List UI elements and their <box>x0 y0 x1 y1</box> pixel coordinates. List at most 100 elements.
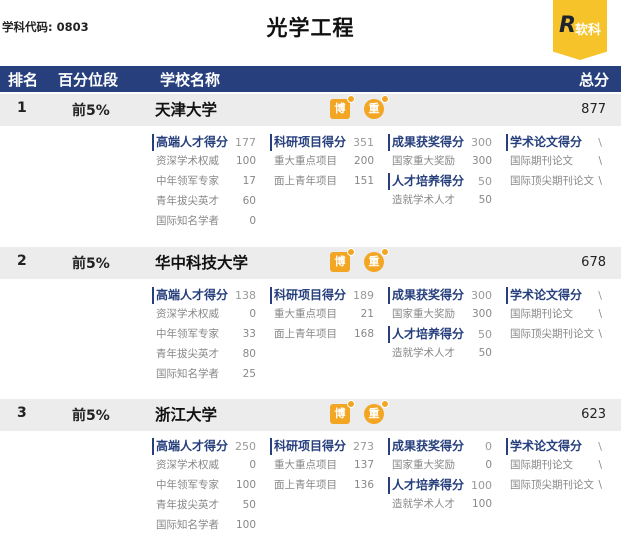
talent-block: 高端人才得分 138 资深学术权威 0 中年领军专家 33 青年拔尖英才 80 国际知名… <box>152 287 264 384</box>
metric-label: 中年领军专家 <box>156 479 219 491</box>
talent-label: 高端人才得分 <box>156 135 229 149</box>
metric-value: 300 <box>471 155 492 167</box>
metric-label: 国际顶尖期刊论文 <box>510 175 594 187</box>
school-name[interactable]: 天津大学 <box>155 98 217 120</box>
metric-value: 0 <box>249 215 256 227</box>
metric-item: 国际期刊论文 \ <box>506 455 610 475</box>
metric-label: 国际知名学者 <box>156 215 219 227</box>
training-score: 100 <box>471 479 492 492</box>
rank-value: 3 <box>17 405 27 421</box>
rank-value: 2 <box>17 253 27 269</box>
award-score: 300 <box>471 289 492 302</box>
metric-item: 青年拔尖英才 60 <box>152 191 264 211</box>
award-label: 成果获奖得分 <box>392 439 465 453</box>
talent-heading: 高端人才得分 250 <box>152 438 264 455</box>
metric-value: \ <box>598 328 602 340</box>
metric-value: 137 <box>353 459 374 471</box>
metric-item: 国家重大奖励 300 <box>388 151 500 171</box>
metric-label: 重大重点项目 <box>274 459 337 471</box>
research-score: 189 <box>353 289 374 302</box>
metric-item: 国际顶尖期刊论文 \ <box>506 171 610 191</box>
badge-dot-icon <box>381 248 389 256</box>
metric-value: 50 <box>478 347 492 359</box>
metric-item: 青年拔尖英才 80 <box>152 344 264 364</box>
column-school: 学校名称 <box>160 71 221 89</box>
metric-item: 中年领军专家 100 <box>152 475 264 495</box>
total-score: 623 <box>581 407 606 422</box>
paper-label: 学术论文得分 <box>510 439 583 453</box>
metric-label: 资深学术权威 <box>156 308 219 320</box>
metric-label: 面上青年项目 <box>274 479 337 491</box>
research-block: 科研项目得分 189 重大重点项目 21 面上青年项目 168 <box>270 287 382 344</box>
total-score: 877 <box>581 102 606 117</box>
key-discipline-badge-icon: 重 <box>364 248 389 272</box>
research-heading: 科研项目得分 351 <box>270 134 382 151</box>
talent-heading: 高端人才得分 177 <box>152 134 264 151</box>
metric-label: 面上青年项目 <box>274 328 337 340</box>
metric-item: 面上青年项目 151 <box>270 171 382 191</box>
award-heading: 成果获奖得分 0 <box>388 438 500 455</box>
metric-value: 136 <box>353 479 374 491</box>
paper-block: 学术论文得分 \ 国际期刊论文 \ 国际顶尖期刊论文 \ <box>506 134 610 191</box>
paper-score: \ <box>598 289 602 302</box>
table-header: 排名 百分位段 学校名称 总分 <box>0 66 621 92</box>
metric-value: 0 <box>249 459 256 471</box>
metric-item: 国际知名学者 0 <box>152 211 264 231</box>
metric-item: 国际知名学者 25 <box>152 364 264 384</box>
metric-label: 国际期刊论文 <box>510 155 573 167</box>
metric-value: 151 <box>353 175 374 187</box>
metric-value: 17 <box>242 175 256 187</box>
metric-value: 33 <box>242 328 256 340</box>
metric-value: \ <box>598 155 602 167</box>
talent-score: 250 <box>235 440 256 453</box>
column-total: 总分 <box>578 71 609 89</box>
metric-label: 国际期刊论文 <box>510 459 573 471</box>
metric-value: 0 <box>249 308 256 320</box>
column-percentile: 百分位段 <box>58 71 119 89</box>
metric-label: 国际知名学者 <box>156 519 219 531</box>
metric-label: 造就学术人才 <box>392 347 455 359</box>
metric-item: 国家重大奖励 300 <box>388 304 500 324</box>
badge-dot-icon <box>381 95 389 103</box>
training-heading: 人才培养得分 100 <box>388 477 500 494</box>
badge-dot-icon <box>347 95 355 103</box>
metric-label: 重大重点项目 <box>274 308 337 320</box>
research-score: 273 <box>353 440 374 453</box>
metric-item: 资深学术权威 100 <box>152 151 264 171</box>
talent-label: 高端人才得分 <box>156 439 229 453</box>
metric-value: 0 <box>485 459 492 471</box>
metric-item: 重大重点项目 21 <box>270 304 382 324</box>
doctoral-badge-icon: 博 <box>330 95 355 119</box>
award-heading: 成果获奖得分 300 <box>388 287 500 304</box>
metric-label: 国际期刊论文 <box>510 308 573 320</box>
badge-label: 重 <box>368 407 380 420</box>
talent-score: 138 <box>235 289 256 302</box>
badge-label: 重 <box>368 102 380 115</box>
metric-value: \ <box>598 175 602 187</box>
metric-item: 青年拔尖英才 50 <box>152 495 264 515</box>
school-name[interactable]: 华中科技大学 <box>155 251 248 273</box>
metric-value: \ <box>598 479 602 491</box>
total-score: 678 <box>581 255 606 270</box>
badge-dot-icon <box>347 400 355 408</box>
talent-heading: 高端人才得分 138 <box>152 287 264 304</box>
metric-value: 50 <box>478 194 492 206</box>
metric-label: 中年领军专家 <box>156 175 219 187</box>
logo-r-mark: R <box>559 13 576 38</box>
research-label: 科研项目得分 <box>274 439 347 453</box>
award-block: 成果获奖得分 300 国家重大奖励 300 人才培养得分 50 造就学术人才 50 <box>388 287 500 363</box>
school-name[interactable]: 浙江大学 <box>155 403 217 425</box>
metric-value: 100 <box>235 519 256 531</box>
metric-label: 资深学术权威 <box>156 459 219 471</box>
training-score: 50 <box>478 175 492 188</box>
training-label: 人才培养得分 <box>392 174 465 188</box>
metric-value: \ <box>598 308 602 320</box>
metric-item: 国际期刊论文 \ <box>506 151 610 171</box>
column-rank: 排名 <box>8 71 39 89</box>
metric-label: 青年拔尖英才 <box>156 348 219 360</box>
award-label: 成果获奖得分 <box>392 288 465 302</box>
talent-block: 高端人才得分 250 资深学术权威 0 中年领军专家 100 青年拔尖英才 50 国际知… <box>152 438 264 535</box>
metric-item: 重大重点项目 200 <box>270 151 382 171</box>
metric-value: 100 <box>471 498 492 510</box>
training-heading: 人才培养得分 50 <box>388 326 500 343</box>
